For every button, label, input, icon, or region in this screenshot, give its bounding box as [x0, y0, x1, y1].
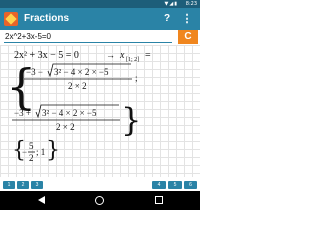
solution-subscript: [1; 2]	[126, 57, 139, 63]
back-icon[interactable]	[38, 196, 45, 204]
solution-equals: =	[145, 50, 151, 61]
toolbar-button-5[interactable]: 5	[168, 181, 182, 189]
root2-denominator: 2 × 2	[56, 122, 75, 132]
final-negative-sign: −	[22, 147, 27, 157]
root2-radicand: 3² − 4 × 2 × −5	[42, 108, 97, 118]
recent-apps-icon[interactable]	[155, 196, 163, 204]
bottom-toolbar: 1 2 3 4 5 6	[0, 179, 200, 190]
final-denominator: 2	[29, 153, 34, 163]
solution-variable: x	[119, 50, 125, 61]
input-row: C	[0, 30, 200, 44]
toolbar-button-3[interactable]: 3	[31, 181, 43, 189]
app-logo-icon	[4, 12, 18, 26]
root2-numerator-prefix: −3 +	[14, 108, 31, 118]
set-close-brace: }	[121, 101, 141, 139]
app-title: Fractions	[24, 13, 70, 24]
clear-button[interactable]: C	[178, 30, 198, 44]
toolbar-button-4[interactable]: 4	[152, 181, 166, 189]
overflow-menu-button[interactable]: ⋮	[180, 12, 194, 26]
root1-radicand: 3² − 4 × 2 × −5	[54, 67, 109, 77]
final-numerator: 5	[29, 141, 34, 151]
home-icon[interactable]	[95, 196, 104, 205]
final-rest: ; 1	[36, 147, 45, 157]
arrow-glyph: →	[106, 50, 115, 60]
navigation-bar	[0, 191, 200, 210]
toolbar-button-2[interactable]: 2	[17, 181, 29, 189]
root1-numerator-prefix: −3 −	[26, 67, 43, 77]
final-close-brace: }	[46, 138, 60, 163]
toolbar-button-6[interactable]: 6	[184, 181, 197, 189]
root1-denominator: 2 × 2	[68, 81, 87, 91]
status-bar: ▼◢▮ 8:23	[0, 0, 200, 8]
app-bar: Fractions ? ⋮	[0, 8, 200, 30]
cellular-signal-icon: ▼◢▮	[164, 1, 178, 7]
help-button[interactable]: ?	[160, 12, 174, 26]
status-time: 8:23	[185, 1, 197, 7]
expression-input[interactable]	[4, 31, 172, 43]
root-separator: ;	[135, 73, 138, 83]
result-area: 2x² + 3x − 5 = 0 → x [1; 2] = { −3 − 3² …	[0, 45, 200, 177]
toolbar-button-1[interactable]: 1	[3, 181, 15, 189]
